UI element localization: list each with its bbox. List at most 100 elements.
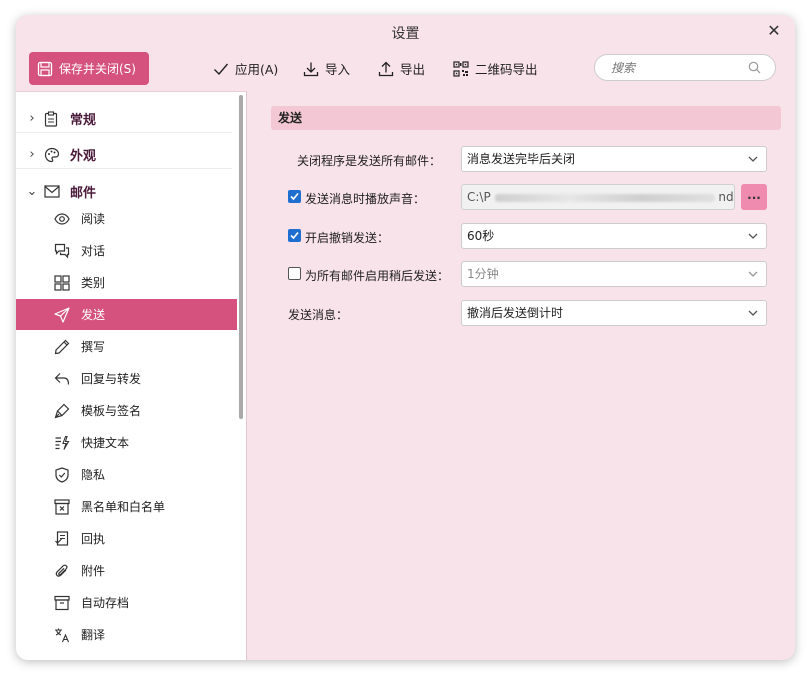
translate-icon bbox=[53, 627, 71, 643]
sidebar-item-label: 隐私 bbox=[81, 468, 106, 482]
close-button[interactable]: ✕ bbox=[763, 20, 785, 42]
search-box[interactable] bbox=[594, 54, 776, 81]
sidebar-item-blocklist-allowlist[interactable]: 黑名单和白名单 bbox=[16, 491, 237, 522]
send-message-select[interactable]: 撤消后发送倒计时 bbox=[461, 300, 767, 326]
sidebar-item-compose[interactable]: 撰写 bbox=[16, 331, 237, 362]
sidebar-item-label: 发送 bbox=[81, 308, 106, 322]
upload-icon bbox=[378, 61, 394, 76]
quick-text-icon bbox=[53, 435, 71, 451]
sidebar-item-label: 快捷文本 bbox=[81, 436, 130, 450]
toolbar: 保存并关闭(S) 应用(A) 导入 导出 二维码导出 bbox=[16, 49, 795, 91]
send-message-label: 发送消息： bbox=[288, 308, 349, 322]
checkmark-icon bbox=[290, 192, 299, 201]
import-label: 导入 bbox=[325, 62, 351, 77]
undo-send-value: 60秒 bbox=[467, 229, 495, 243]
undo-send-checkbox[interactable] bbox=[288, 229, 301, 242]
settings-window: 设置 ✕ 保存并关闭(S) 应用(A) 导入 导出 二维码导出 搜索 › 常规 … bbox=[16, 15, 795, 660]
clipboard-icon bbox=[44, 110, 64, 127]
sidebar-item-privacy[interactable]: 隐私 bbox=[16, 459, 237, 490]
close-send-all-value: 消息发送完毕后关闭 bbox=[467, 152, 576, 166]
chevron-down-icon bbox=[748, 233, 758, 239]
download-icon bbox=[303, 62, 319, 76]
save-and-close-label: 保存并关闭(S) bbox=[59, 62, 136, 76]
sidebar-item-label: 对话 bbox=[81, 244, 106, 258]
sidebar-item-label: 回复与转发 bbox=[81, 372, 142, 386]
qr-code-icon bbox=[453, 60, 469, 77]
play-sound-checkbox[interactable] bbox=[288, 190, 301, 203]
sidebar-item-categories[interactable]: 类别 bbox=[16, 267, 237, 298]
chevron-down-icon bbox=[748, 156, 758, 162]
close-icon: ✕ bbox=[767, 21, 781, 40]
sidebar-group-label: 常规 bbox=[70, 113, 97, 128]
save-and-close-button[interactable]: 保存并关闭(S) bbox=[29, 52, 149, 85]
paperclip-icon bbox=[53, 563, 71, 579]
sidebar-group-general[interactable]: › 常规 bbox=[16, 105, 232, 133]
send-later-row: 为所有邮件启用稍后发送： 1分钟 bbox=[247, 261, 795, 287]
checkmark-icon bbox=[290, 231, 299, 240]
title-bar: 设置 ✕ bbox=[16, 15, 795, 49]
qr-export-button[interactable]: 二维码导出 bbox=[453, 59, 538, 78]
sidebar-item-label: 撰写 bbox=[81, 340, 106, 354]
sidebar-item-attachments[interactable]: 附件 bbox=[16, 555, 237, 586]
blurred-path bbox=[494, 193, 715, 202]
export-button[interactable]: 导出 bbox=[378, 59, 425, 78]
sidebar-item-send[interactable]: 发送 bbox=[16, 299, 237, 330]
sidebar-item-quick-text[interactable]: 快捷文本 bbox=[16, 427, 237, 458]
sidebar-scrollbar[interactable] bbox=[239, 95, 243, 419]
section-title: 发送 bbox=[271, 106, 781, 130]
sidebar-item-auto-archive[interactable]: 自动存档 bbox=[16, 587, 237, 618]
sidebar-item-translate[interactable]: 翻译 bbox=[16, 619, 237, 650]
sidebar-item-reading[interactable]: 阅读 bbox=[16, 203, 237, 234]
sidebar-group-appearance[interactable]: › 外观 bbox=[16, 141, 232, 169]
chevron-right-icon: › bbox=[29, 147, 35, 162]
grid-icon bbox=[53, 274, 71, 291]
search-input[interactable] bbox=[611, 55, 751, 80]
chevron-down-icon bbox=[748, 271, 758, 277]
chat-icon bbox=[53, 243, 71, 259]
eye-icon bbox=[53, 212, 71, 225]
envelope-icon bbox=[44, 184, 64, 198]
sidebar-item-label: 黑名单和白名单 bbox=[81, 500, 166, 514]
sidebar-item-templates-signatures[interactable]: 模板与签名 bbox=[16, 395, 237, 426]
settings-sidebar: › 常规 › 外观 ⌄ 邮件 阅读 对话 类别 发送 撰写 回复与转发 模板与签… bbox=[16, 91, 246, 660]
sidebar-item-conversation[interactable]: 对话 bbox=[16, 235, 237, 266]
palette-icon bbox=[44, 147, 64, 163]
send-later-checkbox[interactable] bbox=[288, 267, 301, 280]
qr-export-label: 二维码导出 bbox=[475, 62, 538, 77]
export-label: 导出 bbox=[400, 62, 426, 77]
sidebar-group-mail[interactable]: ⌄ 邮件 bbox=[16, 177, 232, 205]
send-message-row: 发送消息： 撤消后发送倒计时 bbox=[247, 300, 795, 326]
apply-button[interactable]: 应用(A) bbox=[213, 59, 278, 78]
sidebar-item-label: 阅读 bbox=[81, 212, 106, 226]
chevron-down-icon: ⌄ bbox=[26, 183, 38, 199]
sidebar-item-label: 回执 bbox=[81, 532, 106, 546]
paper-plane-icon bbox=[53, 306, 71, 323]
sidebar-item-reply-forward[interactable]: 回复与转发 bbox=[16, 363, 237, 394]
pencil-icon bbox=[53, 339, 71, 355]
chevron-right-icon: › bbox=[29, 111, 35, 126]
archive-icon bbox=[53, 595, 71, 611]
sidebar-group-label: 邮件 bbox=[70, 185, 97, 201]
checkmark-icon bbox=[214, 63, 229, 75]
shield-icon bbox=[53, 466, 71, 483]
import-button[interactable]: 导入 bbox=[303, 59, 350, 78]
undo-send-select[interactable]: 60秒 bbox=[461, 223, 767, 249]
send-later-label: 为所有邮件启用稍后发送： bbox=[305, 269, 450, 283]
send-later-value: 1分钟 bbox=[467, 267, 499, 281]
sidebar-item-label: 附件 bbox=[81, 564, 106, 578]
sidebar-item-label: 自动存档 bbox=[81, 596, 130, 610]
sidebar-group-label: 外观 bbox=[70, 149, 97, 164]
save-icon bbox=[37, 61, 53, 76]
chevron-down-icon bbox=[748, 310, 758, 316]
sound-file-path-tail: nd. bbox=[718, 190, 734, 204]
sidebar-item-receipts[interactable]: 回执 bbox=[16, 523, 237, 554]
send-later-select[interactable]: 1分钟 bbox=[461, 261, 767, 287]
browse-sound-button[interactable]: ... bbox=[741, 184, 767, 210]
close-send-all-row: 关闭程序是发送所有邮件： 消息发送完毕后关闭 bbox=[247, 146, 795, 172]
sound-file-path-field[interactable]: C:\P nd. bbox=[461, 184, 735, 210]
search-icon bbox=[748, 61, 761, 74]
receipt-icon bbox=[53, 530, 71, 547]
close-send-all-select[interactable]: 消息发送完毕后关闭 bbox=[461, 146, 767, 172]
reply-icon bbox=[53, 372, 71, 386]
sidebar-item-label: 模板与签名 bbox=[81, 404, 142, 418]
